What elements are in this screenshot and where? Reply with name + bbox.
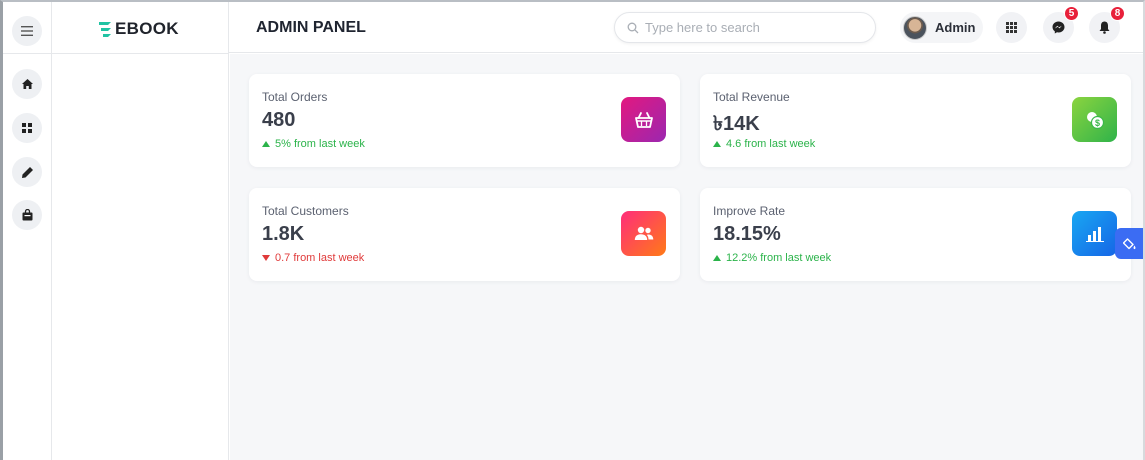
grid-icon	[22, 123, 32, 133]
search-box[interactable]	[614, 12, 876, 43]
stat-label: Total Revenue	[713, 90, 790, 104]
rail-header-divider	[3, 53, 51, 54]
stat-trend-text: 5% from last week	[275, 138, 365, 150]
search-icon	[627, 22, 639, 33]
menu-toggle-button[interactable]	[12, 16, 42, 46]
logo-icon	[99, 21, 111, 37]
rail-item-grid[interactable]	[12, 113, 42, 143]
stat-card-revenue: Total Revenue ৳14K 4.6 from last week $	[700, 74, 1131, 167]
stat-label: Total Orders	[262, 90, 328, 104]
user-name: Admin	[935, 20, 976, 35]
hamburger-icon	[21, 26, 33, 36]
trend-down-icon	[262, 255, 270, 261]
stat-icon-box	[1072, 211, 1117, 256]
top-bar: ADMIN PANEL Admin 5 8	[229, 2, 1143, 53]
sidebar-header-divider	[52, 53, 228, 54]
stat-trend: 5% from last week	[262, 138, 365, 150]
messages-button[interactable]: 5	[1043, 6, 1079, 43]
notifications-button[interactable]: 8	[1089, 6, 1125, 43]
brand-logo[interactable]: EBOOK	[99, 19, 179, 39]
notifications-badge: 8	[1110, 6, 1125, 21]
shopping-bag-icon	[22, 209, 32, 221]
stat-trend-text: 12.2% from last week	[726, 252, 832, 264]
rail-item-edit[interactable]	[12, 157, 42, 187]
stat-icon-box	[621, 97, 666, 142]
stat-icon-box	[621, 211, 666, 256]
messages-badge: 5	[1064, 6, 1079, 21]
stat-label: Improve Rate	[713, 204, 786, 218]
stat-card-improve-rate: Improve Rate 18.15% 12.2% from last week	[700, 188, 1131, 281]
sidebar: EBOOK	[52, 2, 229, 460]
home-icon	[21, 79, 33, 89]
stat-value: 480	[262, 109, 296, 131]
paint-bucket-icon	[1122, 237, 1135, 249]
apps-button[interactable]	[996, 12, 1027, 43]
apps-grid-icon	[1006, 22, 1017, 33]
brand-name: EBOOK	[115, 19, 179, 38]
trend-up-icon	[713, 141, 721, 147]
user-menu[interactable]: Admin	[900, 12, 983, 43]
bar-chart-icon	[1085, 226, 1104, 242]
bell-icon	[1099, 21, 1110, 34]
page-title: ADMIN PANEL	[256, 19, 366, 36]
rail-item-shop[interactable]	[12, 200, 42, 230]
stat-trend-text: 4.6 from last week	[726, 138, 816, 150]
stat-value: 18.15%	[713, 223, 781, 245]
stat-card-customers: Total Customers 1.8K 0.7 from last week	[249, 188, 680, 281]
stat-label: Total Customers	[262, 204, 349, 218]
stat-trend: 4.6 from last week	[713, 138, 815, 150]
avatar	[903, 15, 927, 40]
basket-icon	[634, 111, 653, 128]
trend-up-icon	[262, 141, 270, 147]
users-icon	[634, 226, 653, 240]
stat-trend: 0.7 from last week	[262, 252, 364, 264]
rail-item-home[interactable]	[12, 69, 42, 99]
icon-rail	[3, 2, 52, 460]
theme-customizer-button[interactable]	[1115, 228, 1143, 259]
svg-text:$: $	[1094, 118, 1099, 128]
search-input[interactable]	[645, 20, 865, 35]
dashboard-content: Total Orders 480 5% from last week Total…	[230, 54, 1143, 460]
messenger-icon	[1052, 21, 1065, 34]
stat-trend-text: 0.7 from last week	[275, 252, 365, 264]
coins-icon: $	[1086, 111, 1104, 129]
stat-value: 1.8K	[262, 223, 305, 245]
pencil-icon	[21, 166, 33, 178]
stat-icon-box: $	[1072, 97, 1117, 142]
stat-card-orders: Total Orders 480 5% from last week	[249, 74, 680, 167]
stat-trend: 12.2% from last week	[713, 252, 831, 264]
trend-up-icon	[713, 255, 721, 261]
